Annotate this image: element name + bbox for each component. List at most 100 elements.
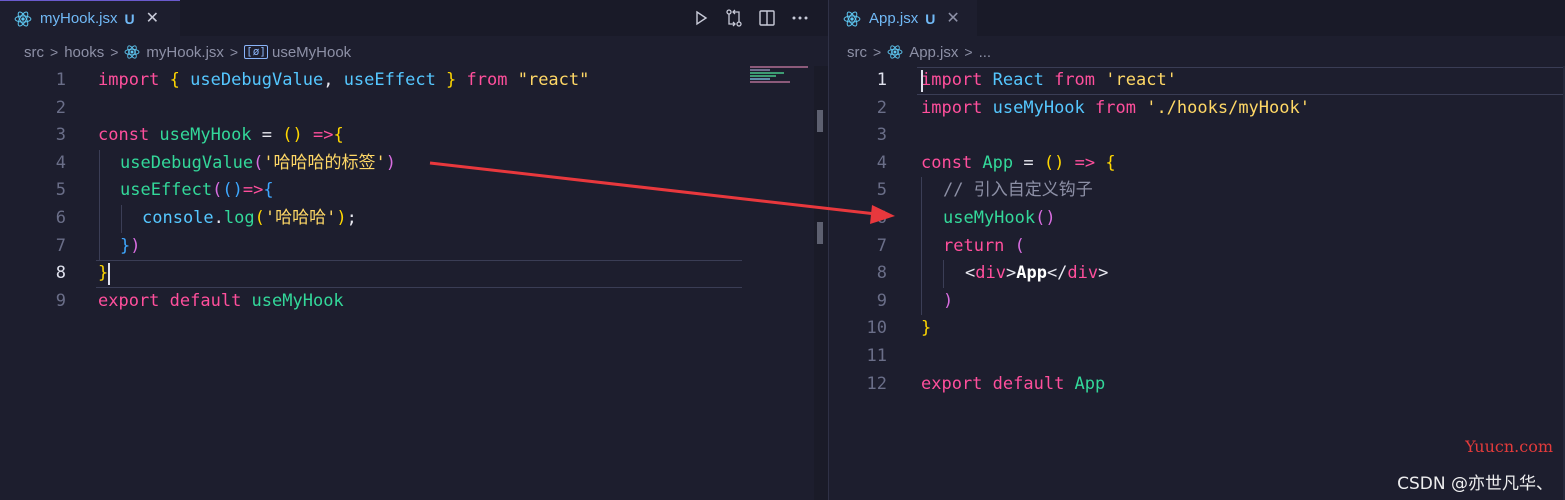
- react-icon: [124, 45, 140, 59]
- code-line[interactable]: 5 // 引入自定义钩子: [829, 177, 1565, 205]
- code-line[interactable]: 4 useDebugValue('哈哈哈的标签'): [0, 150, 828, 178]
- code-token: export: [921, 373, 993, 394]
- react-icon: [887, 45, 903, 59]
- code-text: const useMyHook = () =>{: [98, 122, 344, 150]
- watermark-author: CSDN @亦世凡华、: [1397, 474, 1553, 494]
- open-changes-button[interactable]: [719, 3, 749, 33]
- code-line[interactable]: 11: [829, 343, 1565, 371]
- code-line[interactable]: 3 const useMyHook = () =>{: [0, 122, 828, 150]
- code-token: useMyHook: [159, 125, 252, 146]
- line-number: 2: [55, 97, 66, 118]
- code-line[interactable]: 6 console.log('哈哈哈');: [0, 205, 828, 233]
- line-number: 3: [55, 125, 66, 146]
- untracked-badge: U: [925, 10, 936, 27]
- code-text: ): [943, 288, 953, 316]
- tab-bar: App.jsx U ✕: [829, 0, 1565, 36]
- code-token: return: [943, 235, 1015, 256]
- scrollbar-thumb[interactable]: [817, 110, 823, 132]
- code-token: const: [98, 125, 160, 146]
- code-token: (: [212, 180, 223, 201]
- breadcrumb-item-src[interactable]: src: [24, 44, 44, 61]
- code-text: useEffect(()=>{: [120, 177, 274, 205]
- code-line[interactable]: 4 const App = () => {: [829, 150, 1565, 178]
- code-line[interactable]: 8 <div>App</div>: [829, 260, 1565, 288]
- breadcrumb-item-more[interactable]: ...: [979, 44, 992, 61]
- code-line[interactable]: 7 return (: [829, 233, 1565, 261]
- code-token: ,: [323, 70, 334, 90]
- code-text: return (: [943, 233, 1025, 261]
- editor-actions: [686, 0, 818, 36]
- ellipsis-icon: [792, 16, 808, 20]
- code-token: export: [98, 290, 170, 311]
- code-line[interactable]: 10}: [829, 315, 1565, 343]
- chevron-right-icon: >: [964, 44, 973, 60]
- code-token: (): [282, 125, 303, 146]
- breadcrumb-item-hooks[interactable]: hooks: [64, 44, 104, 61]
- code-editor[interactable]: 1 import { useDebugValue, useEffect } fro…: [0, 66, 828, 500]
- breadcrumb-item-file[interactable]: App.jsx: [887, 44, 958, 61]
- code-line[interactable]: 1 import { useDebugValue, useEffect } fro…: [0, 67, 828, 95]
- code-line[interactable]: 9): [829, 288, 1565, 316]
- code-token: useEffect: [120, 180, 213, 201]
- tab-myhook[interactable]: myHook.jsx U ✕: [0, 0, 180, 36]
- code-line[interactable]: 9 export default useMyHook: [0, 288, 828, 316]
- line-number: 5: [55, 180, 66, 201]
- tab-bar: myHook.jsx U ✕: [0, 0, 828, 36]
- breadcrumb-item-symbol[interactable]: [ø] useMyHook: [244, 44, 351, 61]
- code-token: .: [213, 208, 224, 228]
- split-editor-button[interactable]: [752, 3, 782, 33]
- code-token: {: [1105, 152, 1116, 173]
- editor-group-left: myHook.jsx U ✕ src > hooks > myHook.jsx …: [0, 0, 828, 500]
- line-number: 10: [866, 318, 887, 339]
- code-token: =>: [1074, 152, 1096, 173]
- code-token: useDebugValue: [120, 152, 254, 173]
- code-line[interactable]: 12 export default App: [829, 371, 1565, 399]
- line-number: 9: [55, 290, 66, 311]
- code-token: '哈哈哈的标签': [263, 152, 386, 173]
- code-line[interactable]: 2 import useMyHook from './hooks/myHook': [829, 95, 1565, 123]
- code-editor[interactable]: 1 import React from 'react' 2 import useMyH…: [829, 66, 1565, 500]
- minimap[interactable]: [750, 66, 812, 96]
- code-token: ): [943, 290, 954, 311]
- code-token: default: [169, 290, 252, 311]
- code-line[interactable]: 3: [829, 122, 1565, 150]
- run-button[interactable]: [686, 3, 716, 33]
- code-line[interactable]: 6 useMyHook(): [829, 205, 1565, 233]
- code-token: }: [435, 70, 467, 90]
- more-actions-button[interactable]: [785, 3, 815, 33]
- current-line-highlight: [96, 260, 742, 288]
- line-number: 5: [876, 180, 887, 201]
- indent-guide: [921, 177, 922, 316]
- code-token: const: [921, 152, 983, 173]
- breadcrumb-item-file[interactable]: myHook.jsx: [124, 44, 224, 61]
- code-token: App: [1074, 373, 1106, 394]
- chevron-right-icon: >: [229, 44, 239, 60]
- react-icon: [14, 11, 32, 26]
- code-token: =: [251, 125, 283, 146]
- close-icon[interactable]: ✕: [946, 10, 959, 27]
- close-icon[interactable]: ✕: [146, 10, 159, 27]
- code-token: ;: [346, 208, 357, 228]
- code-line[interactable]: 2: [0, 95, 828, 123]
- line-number: 8: [876, 263, 887, 284]
- variable-symbol-icon: [ø]: [244, 45, 268, 59]
- code-line[interactable]: 5 useEffect(()=>{: [0, 177, 828, 205]
- tab-app[interactable]: App.jsx U ✕: [829, 0, 977, 36]
- code-line[interactable]: 7}): [0, 233, 828, 261]
- code-token: </: [1046, 263, 1068, 284]
- line-number: 11: [866, 346, 887, 366]
- code-token: App: [982, 152, 1014, 173]
- code-token: useMyHook: [251, 290, 344, 311]
- code-text: <div>App</div>: [965, 260, 1108, 288]
- tab-label: myHook.jsx: [40, 10, 118, 27]
- line-number: 7: [55, 235, 66, 256]
- vertical-scrollbar[interactable]: [814, 66, 828, 500]
- code-token: {: [333, 125, 344, 146]
- code-token: useMyHook: [992, 97, 1096, 118]
- scrollbar-thumb[interactable]: [817, 222, 823, 244]
- code-token: {: [169, 70, 191, 90]
- breadcrumb-item-src[interactable]: src: [847, 44, 867, 61]
- line-number: 6: [876, 208, 887, 228]
- code-token: './hooks/myHook': [1146, 97, 1310, 118]
